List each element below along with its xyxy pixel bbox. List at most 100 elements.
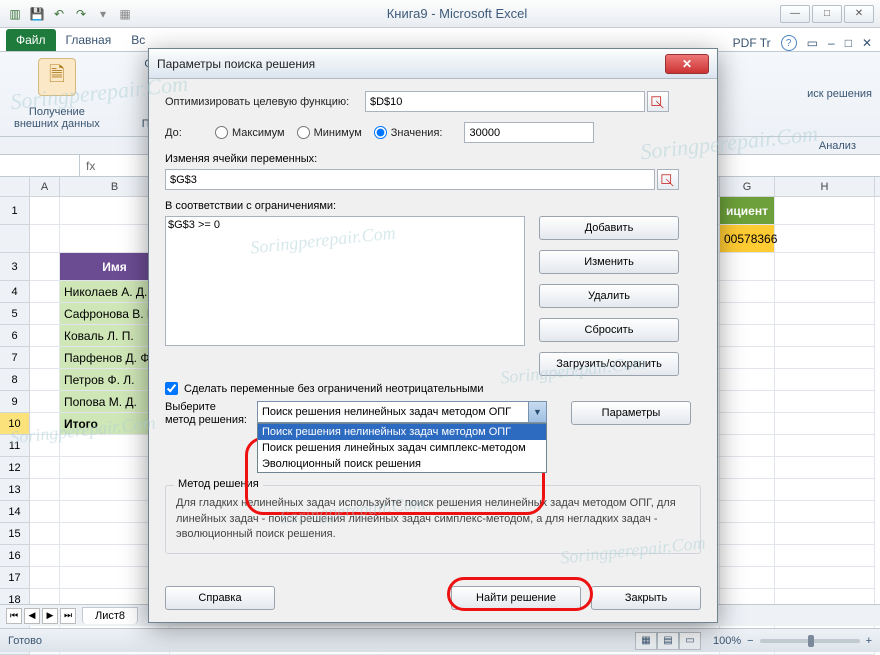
fx-icon[interactable]: fx [80,159,101,173]
target-value-input[interactable] [464,122,594,143]
cell[interactable] [720,545,775,567]
cell[interactable] [720,567,775,589]
row-2[interactable] [0,225,30,253]
zoom-out-icon[interactable]: − [747,635,753,647]
params-button[interactable]: Параметры [571,401,691,425]
cell[interactable] [775,281,875,303]
row-10[interactable]: 10 [0,413,30,435]
ribbon-group-external-data[interactable]: 🗎 Получение внешних данных [8,56,106,132]
cell[interactable] [775,347,875,369]
cell[interactable] [30,347,60,369]
qat-more2-icon[interactable]: ▦ [116,5,134,23]
col-A[interactable]: A [30,177,60,196]
cell[interactable] [30,391,60,413]
view-pagelayout-icon[interactable]: ▤ [657,632,679,650]
change-constraint-button[interactable]: Изменить [539,250,679,274]
undo-icon[interactable]: ↶ [50,5,68,23]
cell[interactable] [720,501,775,523]
cell[interactable] [775,253,875,281]
cell[interactable] [720,281,775,303]
radio-value[interactable]: Значения: [374,126,443,139]
cell[interactable] [775,391,875,413]
save-icon[interactable]: 💾 [28,5,46,23]
coef-header[interactable]: ициент [720,197,775,225]
ribbon-minimize-icon[interactable]: ▭ [807,36,818,50]
delete-constraint-button[interactable]: Удалить [539,284,679,308]
minimize-button[interactable]: — [780,5,810,23]
tab-pdf[interactable]: PDF Tr [733,36,771,50]
workbook-max-icon[interactable]: □ [845,36,852,50]
zoom-slider[interactable] [760,639,860,643]
radio-max[interactable]: Максимум [215,126,285,139]
cell[interactable] [30,435,60,457]
cell[interactable] [30,501,60,523]
workbook-close-icon[interactable]: ✕ [862,36,872,50]
row-17[interactable]: 17 [0,567,30,589]
cell[interactable] [720,435,775,457]
row-1[interactable]: 1 [0,197,30,225]
cell[interactable] [30,523,60,545]
row-4[interactable]: 4 [0,281,30,303]
cell[interactable] [30,281,60,303]
cell[interactable] [720,303,775,325]
row-14[interactable]: 14 [0,501,30,523]
cell[interactable] [775,413,875,435]
view-pagebreak-icon[interactable]: ▭ [679,632,701,650]
dialog-titlebar[interactable]: Параметры поиска решения ✕ [149,49,717,79]
row-11[interactable]: 11 [0,435,30,457]
workbook-min-icon[interactable]: – [828,36,835,50]
row-6[interactable]: 6 [0,325,30,347]
method-select[interactable]: Поиск решения нелинейных задач методом О… [257,401,547,423]
dialog-close-button[interactable]: ✕ [665,54,709,74]
zoom-in-icon[interactable]: + [866,635,872,647]
cell[interactable] [775,501,875,523]
col-G[interactable]: G [720,177,775,196]
cell[interactable] [720,253,775,281]
maximize-button[interactable]: □ [812,5,842,23]
cell[interactable] [30,545,60,567]
cell[interactable] [30,197,60,225]
row-15[interactable]: 15 [0,523,30,545]
view-normal-icon[interactable]: ▦ [635,632,657,650]
solve-button[interactable]: Найти решение [451,586,581,610]
add-constraint-button[interactable]: Добавить [539,216,679,240]
sheet-nav-next-icon[interactable]: ▶ [42,608,58,624]
loadsave-button[interactable]: Загрузить/сохранить [539,352,679,376]
cell[interactable] [775,545,875,567]
cell[interactable] [775,303,875,325]
tab-file[interactable]: Файл [6,29,56,51]
constraints-listbox[interactable]: $G$3 >= 0 [165,216,525,346]
row-7[interactable]: 7 [0,347,30,369]
cell[interactable] [775,197,875,225]
cell[interactable] [720,413,775,435]
qat-more-icon[interactable]: ▾ [94,5,112,23]
cell[interactable] [720,391,775,413]
row-12[interactable]: 12 [0,457,30,479]
help-button[interactable]: Справка [165,586,275,610]
tab-home[interactable]: Главная [56,29,122,51]
sheet-nav-last-icon[interactable]: ⏭ [60,608,76,624]
vars-range-picker[interactable] [657,169,679,190]
solver-label[interactable]: иск решения [807,88,872,100]
sheet-nav-first-icon[interactable]: ⏮ [6,608,22,624]
cell[interactable] [30,325,60,347]
cell[interactable] [775,325,875,347]
reset-button[interactable]: Сбросить [539,318,679,342]
row-9[interactable]: 9 [0,391,30,413]
cell[interactable] [775,457,875,479]
cell[interactable] [775,567,875,589]
cell[interactable] [30,225,60,253]
redo-icon[interactable]: ↷ [72,5,90,23]
row-16[interactable]: 16 [0,545,30,567]
cell[interactable] [775,523,875,545]
sheet-nav-prev-icon[interactable]: ◀ [24,608,40,624]
method-option[interactable]: Поиск решения линейных задач симплекс-ме… [258,440,546,456]
radio-min[interactable]: Минимум [297,126,362,139]
cell[interactable] [775,225,875,253]
sheet-tab-active[interactable]: Лист8 [82,607,138,624]
close-button[interactable]: Закрыть [591,586,701,610]
help-icon[interactable]: ? [781,35,797,51]
cell[interactable] [720,479,775,501]
name-box[interactable] [0,155,80,176]
zoom-level[interactable]: 100% [713,635,741,647]
